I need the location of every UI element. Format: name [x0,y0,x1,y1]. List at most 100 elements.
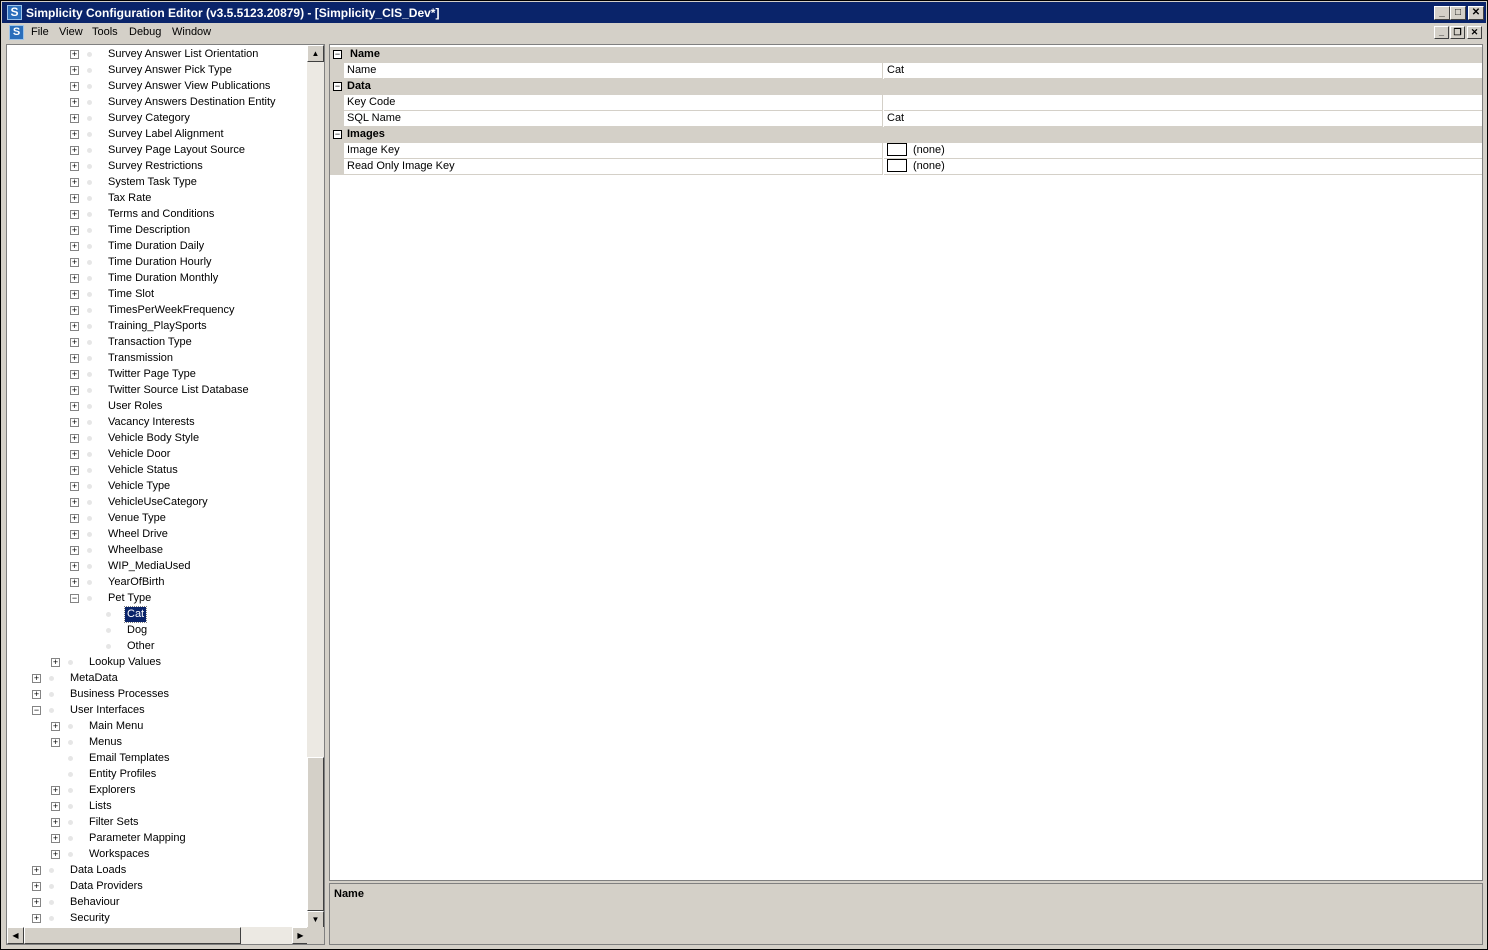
tree-node[interactable]: + Venue Type [7,510,307,526]
tree-node[interactable]: Entity Profiles [7,766,307,782]
tree-node-label[interactable]: Lists [87,799,114,814]
expand-icon[interactable]: + [70,482,79,491]
expand-icon[interactable]: + [70,274,79,283]
property-row[interactable]: Read Only Image Key (none) [330,158,1482,175]
tree-node[interactable]: + Filter Sets [7,814,307,830]
tree-node[interactable]: + Workspaces [7,846,307,862]
tree-node-label[interactable]: Security [68,911,112,926]
tree-node-label[interactable]: Survey Answer Pick Type [106,63,234,78]
tree-node-label[interactable]: Venue Type [106,511,168,526]
tree-node-label[interactable]: VehicleUseCategory [106,495,210,510]
expand-icon[interactable]: + [70,354,79,363]
expand-icon[interactable]: + [32,674,41,683]
tree-node-label[interactable]: Menus [87,735,124,750]
maximize-button[interactable]: □ [1450,6,1466,20]
tree-node[interactable]: + Vehicle Door [7,446,307,462]
expand-icon[interactable]: + [70,434,79,443]
tree-node-label[interactable]: Twitter Source List Database [106,383,251,398]
horizontal-scroll-thumb[interactable] [24,927,241,944]
tree-node[interactable]: + Survey Category [7,110,307,126]
expand-icon[interactable]: + [32,690,41,699]
tree-node-label[interactable]: Tax Rate [106,191,153,206]
tree-node-label[interactable]: User Roles [106,399,164,414]
expand-icon[interactable]: + [70,322,79,331]
expand-icon[interactable]: + [51,818,60,827]
tree-node-label[interactable]: Pet Type [106,591,153,606]
tree-node-label[interactable]: Terms and Conditions [106,207,216,222]
tree-node-label[interactable]: MetaData [68,671,120,686]
close-button[interactable]: ✕ [1468,6,1484,20]
collapse-icon[interactable]: − [333,130,342,139]
expand-icon[interactable]: + [70,498,79,507]
minimize-button[interactable]: _ [1434,6,1450,20]
tree-node[interactable]: + YearOfBirth [7,574,307,590]
menu-view[interactable]: View [59,26,83,38]
mdi-restore-button[interactable]: ❐ [1450,26,1465,39]
tree-node[interactable]: + Survey Answers Destination Entity [7,94,307,110]
configuration-tree[interactable]: + Survey Answer List Orientation + Survey A… [6,44,325,945]
menu-debug[interactable]: Debug [129,26,161,38]
tree-node[interactable]: + Behaviour [7,894,307,910]
tree-node-label[interactable]: Entity Profiles [87,767,158,782]
tree-node[interactable]: + Time Slot [7,286,307,302]
expand-icon[interactable]: + [51,722,60,731]
tree-node-label[interactable]: Transaction Type [106,335,194,350]
expand-icon[interactable]: + [70,82,79,91]
menu-tools[interactable]: Tools [92,26,118,38]
tree-node[interactable]: + Wheel Drive [7,526,307,542]
tree-node-label[interactable]: Data Loads [68,863,128,878]
tree-node-label[interactable]: Behaviour [68,895,122,910]
property-name[interactable]: Name [344,63,883,79]
tree-node[interactable]: + Security [7,910,307,926]
tree-node[interactable]: + System Task Type [7,174,307,190]
tree-node[interactable]: + Business Processes [7,686,307,702]
tree-node-label[interactable]: Data Providers [68,879,145,894]
property-name[interactable]: Image Key [344,143,883,159]
expand-icon[interactable]: + [70,98,79,107]
tree-node-label[interactable]: Survey Page Layout Source [106,143,247,158]
tree-node[interactable]: + VehicleUseCategory [7,494,307,510]
title-bar[interactable]: S Simplicity Configuration Editor (v3.5.… [2,2,1486,23]
expand-icon[interactable]: + [51,658,60,667]
tree-node[interactable]: + Main Menu [7,718,307,734]
tree-node[interactable]: + Explorers [7,782,307,798]
document-icon[interactable]: S [9,25,24,40]
tree-node-label[interactable]: WIP_MediaUsed [106,559,193,574]
expand-icon[interactable]: + [32,914,41,923]
mdi-minimize-button[interactable]: _ [1434,26,1449,39]
scroll-down-icon[interactable]: ▼ [307,911,324,928]
expand-icon[interactable]: + [32,866,41,875]
property-row[interactable]: Name Cat [330,63,1482,79]
tree-node[interactable]: + Lookup Values [7,654,307,670]
tree-node-label[interactable]: Survey Answers Destination Entity [106,95,278,110]
menu-window[interactable]: Window [172,26,211,38]
expand-icon[interactable]: + [70,242,79,251]
property-name[interactable]: Read Only Image Key [344,159,883,175]
expand-icon[interactable]: + [70,210,79,219]
expand-icon[interactable]: + [32,898,41,907]
tree-node-label[interactable]: Twitter Page Type [106,367,198,382]
tree-node-label[interactable]: Survey Category [106,111,192,126]
expand-icon[interactable]: + [70,386,79,395]
collapse-icon[interactable]: − [70,594,79,603]
expand-icon[interactable]: + [70,562,79,571]
property-row[interactable]: Image Key (none) [330,142,1482,159]
property-category[interactable]: − Images [330,127,1482,143]
tree-node-label[interactable]: Time Description [106,223,192,238]
expand-icon[interactable]: + [70,370,79,379]
property-value[interactable]: Cat [884,63,1482,79]
tree-node-label[interactable]: Survey Answer View Publications [106,79,272,94]
expand-icon[interactable]: + [70,514,79,523]
tree-node-label[interactable]: Time Duration Daily [106,239,206,254]
tree-node-label[interactable]: Vehicle Status [106,463,180,478]
property-value[interactable]: (none) [884,158,1482,175]
tree-node-label[interactable]: System Task Type [106,175,199,190]
tree-node[interactable]: + Parameter Mapping [7,830,307,846]
tree-node-label[interactable]: Time Duration Hourly [106,255,214,270]
tree-node-label[interactable]: Vehicle Body Style [106,431,201,446]
tree-node[interactable]: Dog [7,622,307,638]
collapse-icon[interactable]: − [333,50,342,59]
mdi-close-button[interactable]: ✕ [1467,26,1482,39]
property-row[interactable]: Key Code [330,95,1482,111]
tree-node[interactable]: + TimesPerWeekFrequency [7,302,307,318]
